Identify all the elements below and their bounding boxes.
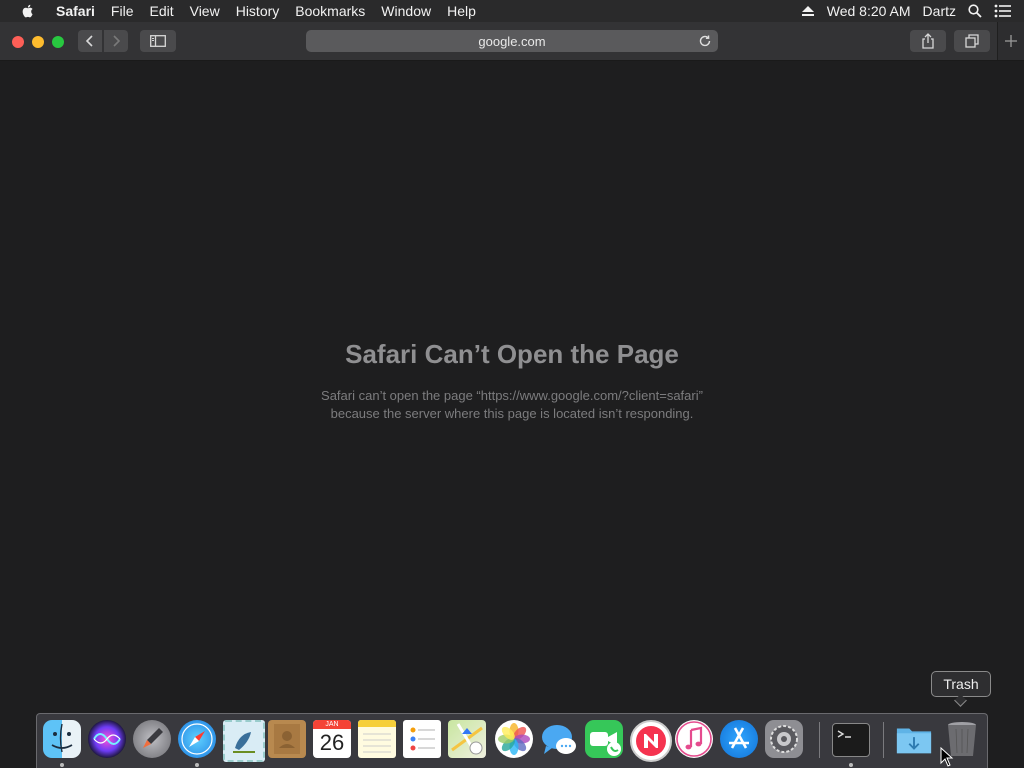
forward-button[interactable] — [104, 30, 128, 52]
menu-safari[interactable]: Safari — [48, 0, 103, 22]
menu-view[interactable]: View — [182, 0, 228, 22]
chevron-left-icon — [85, 35, 93, 47]
plus-icon — [1005, 35, 1017, 47]
menu-bar: Safari File Edit View History Bookmarks … — [0, 0, 1024, 22]
error-message: Safari can’t open the page “https://www.… — [0, 387, 1024, 423]
app-store-icon[interactable] — [720, 720, 758, 758]
error-message-line-2: because the server where this page is lo… — [330, 406, 694, 421]
eject-icon[interactable] — [801, 5, 815, 17]
finder-icon[interactable] — [43, 720, 81, 758]
photos-icon[interactable] — [495, 720, 533, 758]
user-menu[interactable]: Dartz — [923, 3, 956, 19]
menu-window[interactable]: Window — [373, 0, 439, 22]
new-tab-button[interactable] — [997, 22, 1024, 60]
dock-separator-2 — [883, 722, 884, 758]
safari-icon[interactable] — [178, 720, 216, 758]
safari-running-indicator — [195, 763, 199, 767]
messages-icon[interactable] — [540, 720, 578, 758]
sidebar-icon — [150, 35, 166, 47]
apple-menu-icon[interactable] — [20, 3, 36, 19]
page-content: Safari Can’t Open the Page Safari can’t … — [0, 61, 1024, 713]
maps-icon[interactable] — [448, 720, 486, 758]
share-icon — [922, 33, 934, 49]
menu-help[interactable]: Help — [439, 0, 484, 22]
calendar-day: 26 — [319, 730, 345, 755]
menu-edit[interactable]: Edit — [141, 0, 181, 22]
clock[interactable]: Wed 8:20 AM — [827, 3, 911, 19]
downloads-folder-icon[interactable] — [895, 720, 933, 758]
tab-overview-button[interactable] — [954, 30, 990, 52]
tabs-icon — [965, 34, 979, 48]
error-title: Safari Can’t Open the Page — [345, 339, 679, 369]
safari-toolbar: google.com — [0, 22, 1024, 61]
dock-separator — [819, 722, 820, 758]
notes-icon[interactable] — [358, 720, 396, 758]
menu-history[interactable]: History — [228, 0, 288, 22]
spotlight-search-icon[interactable] — [968, 4, 982, 18]
mail-icon[interactable] — [223, 720, 265, 762]
back-button[interactable] — [78, 30, 102, 52]
sidebar-toggle-button[interactable] — [140, 30, 176, 52]
launchpad-icon[interactable] — [133, 720, 171, 758]
reminders-icon[interactable] — [403, 720, 441, 758]
menu-file[interactable]: File — [103, 0, 142, 22]
address-bar[interactable]: google.com — [306, 30, 718, 52]
close-window-button[interactable] — [12, 36, 24, 48]
mouse-cursor-icon — [940, 747, 954, 767]
zoom-window-button[interactable] — [52, 36, 64, 48]
system-preferences-icon[interactable] — [765, 720, 803, 758]
notification-center-icon[interactable] — [994, 4, 1012, 18]
calendar-icon[interactable]: JAN 26 — [313, 720, 351, 758]
terminal-running-indicator — [849, 763, 853, 767]
finder-running-indicator — [60, 763, 64, 767]
menu-bookmarks[interactable]: Bookmarks — [287, 0, 373, 22]
facetime-icon[interactable] — [585, 720, 623, 758]
siri-icon[interactable] — [88, 720, 126, 758]
minimize-window-button[interactable] — [32, 36, 44, 48]
calendar-month: JAN — [313, 720, 351, 729]
terminal-icon[interactable] — [832, 723, 870, 757]
reload-icon[interactable] — [698, 34, 712, 48]
news-icon[interactable] — [630, 720, 672, 762]
share-button[interactable] — [910, 30, 946, 52]
itunes-icon[interactable] — [675, 720, 713, 758]
contacts-icon[interactable] — [268, 720, 306, 758]
error-message-line-1: Safari can’t open the page “https://www.… — [321, 388, 703, 403]
address-text: google.com — [478, 33, 546, 49]
chevron-right-icon — [113, 35, 121, 47]
dock: JAN 26 — [36, 713, 988, 768]
trash-tooltip: Trash — [931, 671, 991, 697]
